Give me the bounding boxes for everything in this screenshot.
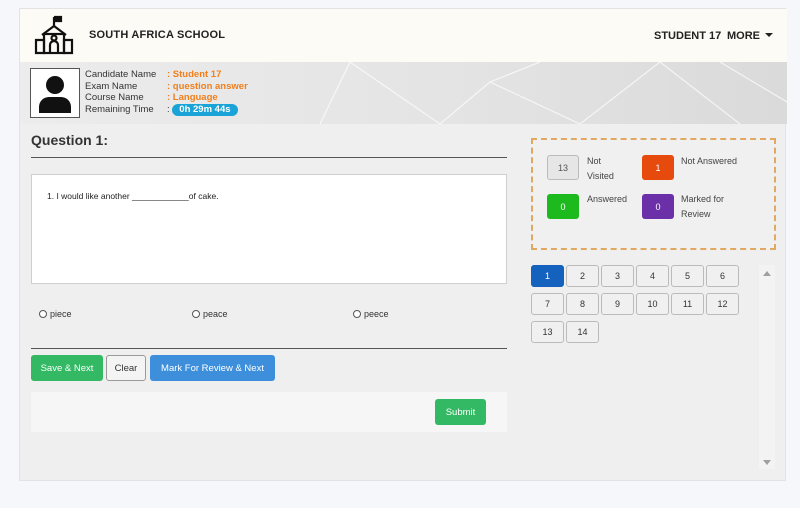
question-button-3[interactable]: 3 bbox=[601, 265, 634, 287]
question-box: 1. I would like another ____________of c… bbox=[31, 174, 507, 284]
remaining-time-separator: : bbox=[167, 103, 170, 115]
option-label: piece bbox=[50, 309, 72, 319]
question-button-6[interactable]: 6 bbox=[706, 265, 739, 287]
question-button-11[interactable]: 11 bbox=[671, 293, 704, 315]
save-next-button[interactable]: Save & Next bbox=[31, 355, 103, 381]
not-visited-label-line2: Visited bbox=[587, 171, 614, 181]
exam-name-label: Exam Name bbox=[85, 80, 138, 92]
status-legend: 13 Not Visited 1 Not Answered 0 Answered… bbox=[531, 138, 776, 250]
mark-review-next-button[interactable]: Mark For Review & Next bbox=[150, 355, 275, 381]
question-button-10[interactable]: 10 bbox=[636, 293, 669, 315]
submit-button[interactable]: Submit bbox=[435, 399, 486, 425]
divider bbox=[31, 157, 507, 158]
caret-down-icon bbox=[765, 33, 773, 37]
candidate-name-row: Candidate Name : Student 17 bbox=[85, 69, 248, 81]
answered-label: Answered bbox=[587, 194, 628, 204]
not-visited-label: Not Visited bbox=[587, 154, 614, 184]
course-name-row: Course Name : Language bbox=[85, 92, 248, 104]
school-logo-icon bbox=[34, 15, 74, 55]
submit-bar: Submit bbox=[31, 392, 507, 432]
option-label: peece bbox=[364, 309, 389, 319]
option-piece[interactable]: piece bbox=[39, 309, 72, 319]
question-palette: 1 2 3 4 5 6 7 8 9 10 11 12 13 14 bbox=[531, 265, 761, 470]
header-student-name: STUDENT 17 bbox=[654, 30, 722, 42]
candidate-name-value: : Student 17 bbox=[167, 69, 222, 80]
not-answered-count: 1 bbox=[642, 155, 674, 180]
question-button-12[interactable]: 12 bbox=[706, 293, 739, 315]
more-label: MORE bbox=[727, 30, 760, 42]
top-navbar: SOUTH AFRICA SCHOOL STUDENT 17 MORE bbox=[20, 9, 787, 62]
marked-review-label: Marked for Review bbox=[681, 192, 724, 222]
question-button-1[interactable]: 1 bbox=[531, 265, 564, 287]
scroll-down-arrow-icon[interactable] bbox=[763, 460, 771, 465]
option-peace[interactable]: peace bbox=[192, 309, 228, 319]
remaining-time-label: Remaining Time bbox=[85, 103, 154, 115]
question-button-7[interactable]: 7 bbox=[531, 293, 564, 315]
marked-label-line1: Marked for bbox=[681, 194, 725, 204]
divider bbox=[31, 348, 507, 349]
course-name-label: Course Name bbox=[85, 92, 144, 103]
marked-count: 0 bbox=[642, 194, 674, 219]
candidate-info-band: Candidate Name : Student 17 Exam Name : qu… bbox=[20, 62, 787, 124]
question-text: 1. I would like another ____________of c… bbox=[47, 191, 219, 201]
question-title: Question 1: bbox=[31, 132, 109, 148]
radio-button[interactable] bbox=[192, 310, 200, 318]
question-button-4[interactable]: 4 bbox=[636, 265, 669, 287]
palette-scrollbar[interactable] bbox=[759, 265, 775, 469]
question-button-2[interactable]: 2 bbox=[566, 265, 599, 287]
radio-button[interactable] bbox=[353, 310, 361, 318]
candidate-details: Candidate Name : Student 17 Exam Name : qu… bbox=[85, 69, 248, 116]
candidate-name-label: Candidate Name bbox=[85, 69, 157, 80]
exam-name-value: : question answer bbox=[167, 80, 248, 92]
candidate-avatar bbox=[30, 68, 80, 118]
exam-name-row: Exam Name : question answer bbox=[85, 81, 248, 93]
radio-button[interactable] bbox=[39, 310, 47, 318]
question-button-14[interactable]: 14 bbox=[566, 321, 599, 343]
answered-count: 0 bbox=[547, 194, 579, 219]
not-answered-label: Not Answered bbox=[681, 156, 738, 166]
not-visited-count: 13 bbox=[547, 155, 579, 180]
user-silhouette-icon bbox=[39, 76, 71, 113]
course-name-value: : Language bbox=[167, 92, 218, 103]
remaining-time-value: 0h 29m 44s bbox=[172, 103, 238, 116]
scroll-up-arrow-icon[interactable] bbox=[763, 271, 771, 276]
clear-button[interactable]: Clear bbox=[106, 355, 146, 381]
question-button-9[interactable]: 9 bbox=[601, 293, 634, 315]
school-name: SOUTH AFRICA SCHOOL bbox=[89, 29, 226, 41]
question-button-8[interactable]: 8 bbox=[566, 293, 599, 315]
marked-label-line2: Review bbox=[681, 209, 711, 219]
option-label: peace bbox=[203, 309, 228, 319]
exam-window: SOUTH AFRICA SCHOOL STUDENT 17 MORE Cand… bbox=[19, 8, 787, 481]
not-visited-label-line1: Not bbox=[587, 156, 602, 166]
option-peece[interactable]: peece bbox=[353, 309, 389, 319]
remaining-time-row: Remaining Time: 0h 29m 44s bbox=[85, 103, 248, 116]
question-button-13[interactable]: 13 bbox=[531, 321, 564, 343]
more-dropdown[interactable]: MORE bbox=[727, 30, 773, 42]
question-button-5[interactable]: 5 bbox=[671, 265, 704, 287]
